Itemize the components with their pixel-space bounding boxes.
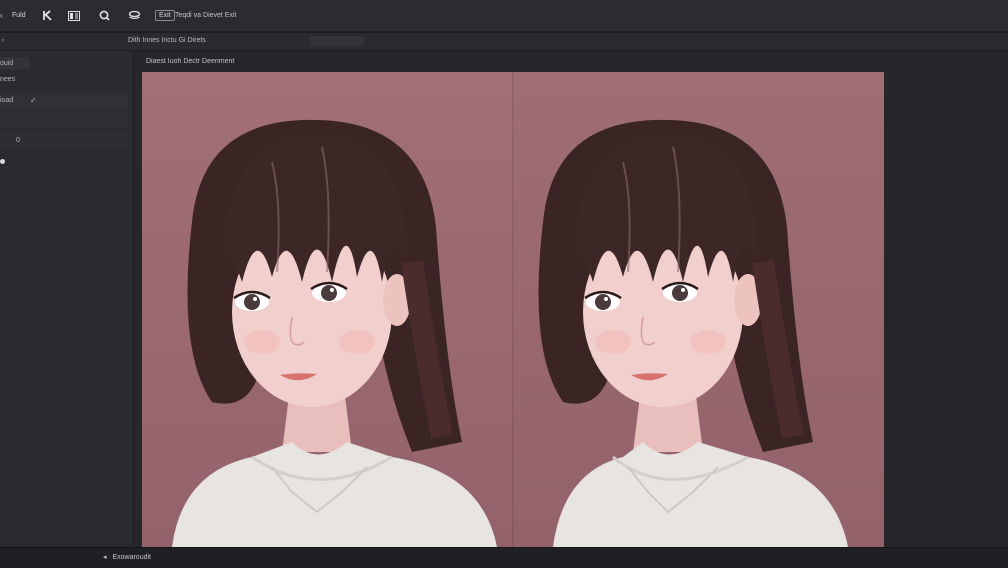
- sidebar-field-3[interactable]: [0, 93, 128, 109]
- right-empty-pane: [885, 51, 1008, 547]
- menu-glyph[interactable]: ‹: [0, 0, 3, 31]
- panel-title: Diaest Iuoh Dectr Deenment: [146, 58, 235, 65]
- sidebar-field-4[interactable]: [0, 111, 128, 127]
- status-bar: ◂ Exowaroudit: [0, 547, 1008, 568]
- image-after: [513, 72, 884, 547]
- image-before: [142, 72, 513, 547]
- breadcrumb-back[interactable]: ‹: [2, 37, 4, 44]
- grid-icon-svg: [68, 10, 80, 21]
- left-sidebar: ouid nees ioad ✓ 0: [0, 51, 134, 546]
- top-toolbar: ‹ Fuld Exit Teqdi va Dievet Exit: [0, 0, 1008, 33]
- image-canvas[interactable]: [142, 72, 884, 547]
- sidebar-item-1[interactable]: ouid: [0, 60, 13, 67]
- breadcrumb-bar: ‹ Dith Innes Inctu Gi Direts: [0, 33, 1008, 51]
- layers-icon-svg: [128, 10, 141, 20]
- status-text[interactable]: ◂ Exowaroudit: [103, 553, 151, 561]
- search-field[interactable]: [310, 36, 364, 46]
- status-arrow-icon: ◂: [103, 554, 107, 561]
- breadcrumb[interactable]: Dith Innes Inctu Gi Direts: [128, 37, 206, 44]
- portrait-after: [538, 119, 848, 547]
- exit-box-button[interactable]: Exit: [155, 0, 175, 31]
- toggle-dot-icon[interactable]: [0, 159, 5, 164]
- file-menu[interactable]: Fuld: [12, 0, 26, 31]
- counter-value[interactable]: 0: [16, 137, 20, 144]
- zoom-icon[interactable]: [99, 0, 110, 31]
- status-label: Exowaroudit: [112, 554, 151, 561]
- portrait-before: [172, 119, 497, 547]
- sidebar-item-2[interactable]: nees: [0, 76, 15, 83]
- zoom-icon-svg: [99, 10, 110, 21]
- layers-icon[interactable]: [128, 0, 141, 31]
- grid-icon[interactable]: [68, 0, 80, 31]
- k-icon-svg: [43, 10, 52, 21]
- check-icon[interactable]: ✓: [30, 96, 37, 105]
- window-title: Teqdi va Dievet Exit: [175, 12, 237, 19]
- k-icon[interactable]: [42, 0, 53, 31]
- sidebar-item-3[interactable]: ioad: [0, 97, 13, 104]
